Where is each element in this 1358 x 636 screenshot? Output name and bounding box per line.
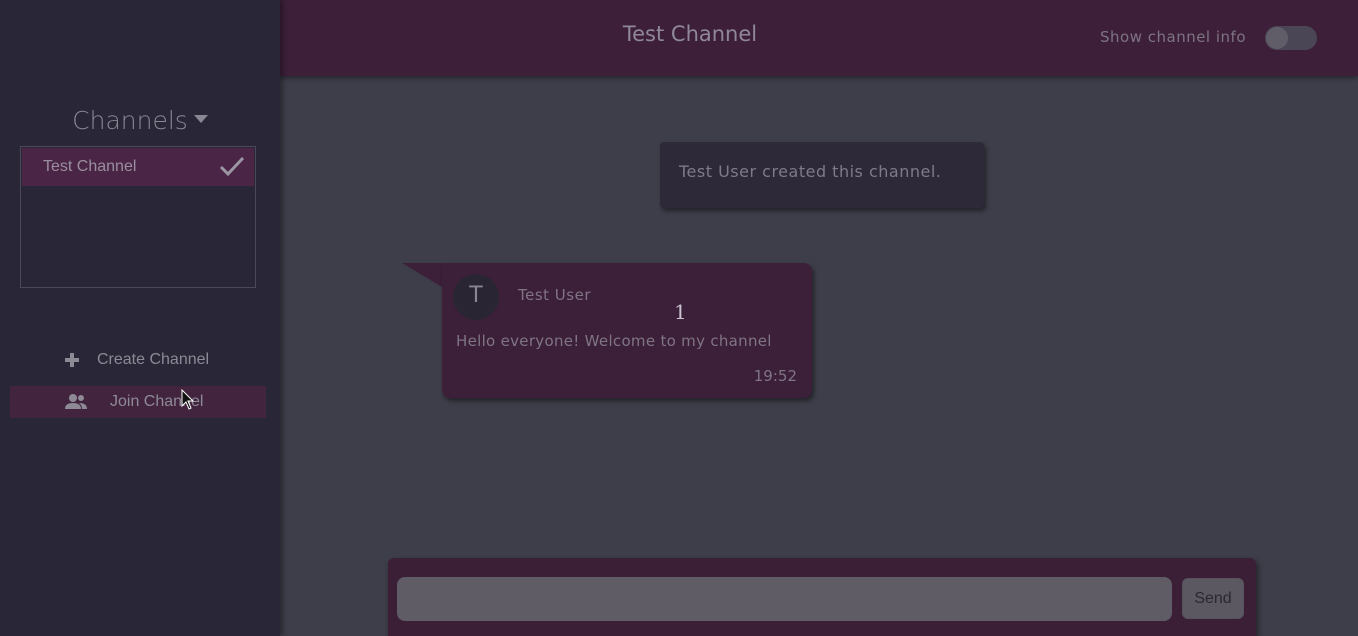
channels-heading[interactable]: Channels [0,106,280,135]
channel-info-label: Show channel info [1100,28,1246,46]
join-channel-button[interactable]: Join Channel [10,386,266,418]
toggle-knob [1266,27,1288,49]
check-icon [219,156,245,177]
message-input[interactable] [397,577,1172,621]
channel-header: Test Channel Show channel info [280,0,1358,76]
create-channel-button[interactable]: Create Channel [10,344,266,376]
channel-info-toggle[interactable] [1265,26,1317,50]
channel-item-label: Test Channel [43,158,137,175]
message-author: Test User [518,286,591,304]
avatar: T [453,274,499,320]
message-text: Hello everyone! Welcome to my channel [456,332,772,350]
caret-down-icon[interactable] [193,115,208,123]
channel-title: Test Channel [622,22,758,46]
channels-heading-label: Channels [72,106,188,135]
system-message: Test User created this channel. [660,142,984,208]
chat-message: T Test User 1 Hello everyone! Welcome to… [442,263,812,398]
message-marker: 1 [674,300,687,324]
channel-list: Test Channel [20,146,256,288]
sidebar: Channels Test Channel Create Channel Joi… [0,0,280,636]
plus-icon [65,353,79,367]
message-time: 19:52 [753,367,797,385]
message-composer: Send [388,558,1256,636]
system-message-text: Test User created this channel. [679,162,942,181]
create-channel-label: Create Channel [97,351,210,368]
users-icon [65,394,87,409]
send-button[interactable]: Send [1182,578,1244,619]
channel-item-test-channel[interactable]: Test Channel [22,148,254,186]
cursor-icon [181,389,195,410]
